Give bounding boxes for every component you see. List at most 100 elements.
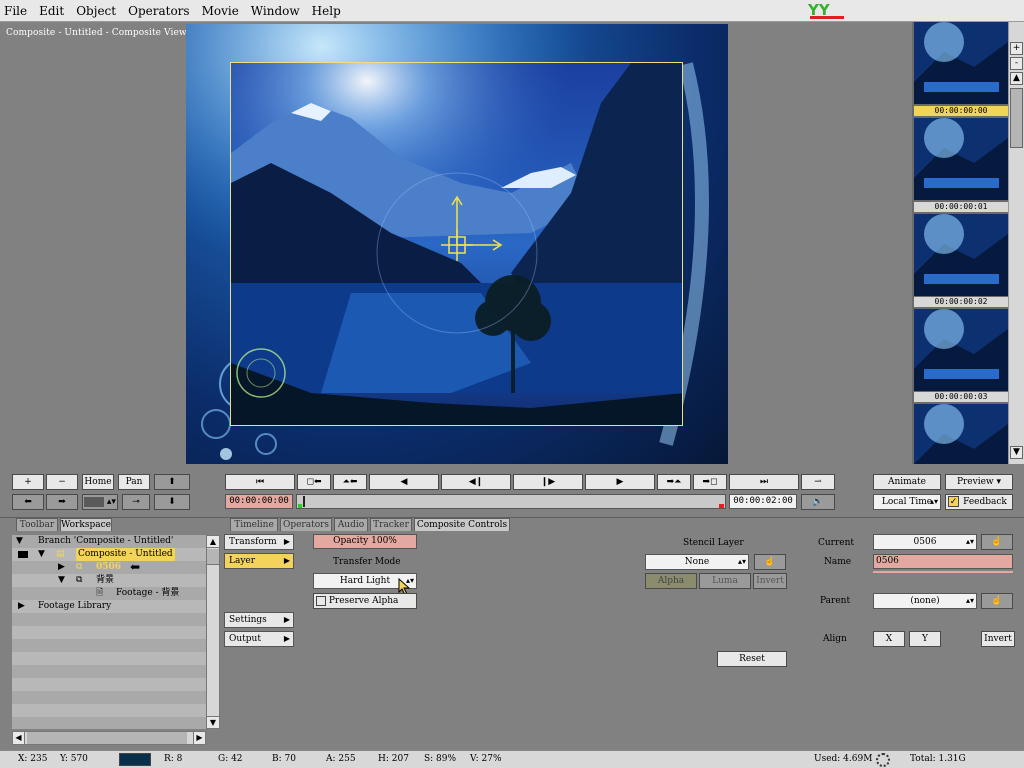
thumbnail-image[interactable]	[914, 118, 1008, 200]
thumb-zoom-in-button[interactable]: +	[1010, 42, 1023, 55]
scroll-thumb[interactable]	[27, 732, 187, 744]
tab-composite-controls[interactable]: Composite Controls	[414, 518, 510, 531]
tree-row-footage[interactable]: 🗎 Footage - 背景	[12, 587, 206, 600]
loop-icon[interactable]: ⇀	[801, 474, 835, 490]
home-button[interactable]: Home	[82, 474, 114, 490]
tree-row-layer[interactable]: ▼ ⧉ 背景	[12, 574, 206, 587]
playhead[interactable]	[303, 496, 305, 507]
checkbox-check-icon[interactable]: ✓	[948, 496, 959, 507]
set-out-point-icon[interactable]: ➡◻	[693, 474, 727, 490]
opacity-slider[interactable]: Opacity 100%	[313, 534, 417, 549]
tab-audio[interactable]: Audio	[334, 518, 368, 531]
expand-triangle-icon[interactable]: ▶	[18, 600, 25, 613]
step-forward-icon[interactable]: ❙▶	[513, 474, 583, 490]
color-swatch-picker[interactable]: ▴▾	[82, 494, 118, 510]
stencil-layer-dropdown[interactable]: None ▴▾	[645, 554, 749, 570]
tree-row-composite[interactable]: ▼ ▤ Composite - Untitled	[12, 548, 206, 561]
forward-arrow-icon[interactable]: ➡	[46, 494, 78, 510]
menu-movie[interactable]: Movie	[202, 4, 239, 18]
align-y-button[interactable]: Y	[909, 631, 941, 647]
scroll-down-icon[interactable]: ▼	[207, 716, 219, 728]
feedback-toggle[interactable]: ✓ Feedback	[945, 494, 1013, 510]
thumbnail-image[interactable]	[914, 22, 1008, 104]
thumbnail-strip[interactable]: 00:00:00:00 00:00:00:01 00:00:00:02 00:0…	[912, 22, 1008, 464]
expand-triangle-icon[interactable]: ▼	[58, 574, 65, 587]
menu-object[interactable]: Object	[76, 4, 116, 18]
preview-button[interactable]: Preview ▾	[945, 474, 1013, 490]
pan-button[interactable]: Pan	[118, 474, 150, 490]
play-icon[interactable]: ▶	[585, 474, 655, 490]
zoom-out-button[interactable]: −	[46, 474, 78, 490]
go-to-end-icon[interactable]: ⏭	[729, 474, 799, 490]
transform-menu-button[interactable]: Transform ▶	[224, 534, 294, 550]
scroll-thumb[interactable]	[207, 549, 219, 565]
expand-triangle-icon[interactable]: ▶	[58, 561, 65, 574]
back-arrow-icon[interactable]: ⬅	[12, 494, 44, 510]
time-scrubber[interactable]	[296, 494, 726, 509]
pick-layer-icon[interactable]: ☝	[754, 554, 786, 570]
current-layer-dropdown[interactable]: 0506 ▴▾	[873, 534, 977, 550]
alpha-toggle[interactable]: Alpha	[645, 573, 697, 589]
download-icon[interactable]: ⬇	[154, 494, 190, 510]
tab-tracker[interactable]: Tracker	[370, 518, 412, 531]
start-timecode[interactable]: 00:00:00:00	[225, 494, 293, 509]
thumbnail-scrollbar[interactable]: + - ▲ ▼	[1008, 22, 1024, 464]
speaker-icon[interactable]: 🔈	[801, 494, 835, 510]
layer-menu-button[interactable]: Layer ▶	[224, 553, 294, 569]
checkbox-empty-icon[interactable]	[316, 595, 326, 606]
settings-menu-button[interactable]: Settings ▶	[224, 612, 294, 628]
parent-dropdown[interactable]: (none) ▴▾	[873, 593, 977, 609]
tab-toolbar[interactable]: Toolbar	[16, 518, 58, 531]
tree-row-layer[interactable]: ▶ ⧉ 0506 ⬅	[12, 561, 206, 574]
thumbnail-image[interactable]	[914, 404, 1008, 464]
node-link-icon[interactable]: ⊸	[122, 494, 150, 510]
scroll-down-icon[interactable]: ▼	[1010, 446, 1023, 459]
animate-button[interactable]: Animate	[873, 474, 941, 490]
tab-operators[interactable]: Operators	[280, 518, 332, 531]
menu-help[interactable]: Help	[312, 4, 341, 18]
upload-icon[interactable]: ⬆	[154, 474, 190, 490]
menu-window[interactable]: Window	[251, 4, 300, 18]
local-time-dropdown[interactable]: Local Time ▴▾	[873, 494, 941, 510]
thumbnail-image[interactable]	[914, 214, 1008, 296]
scroll-thumb[interactable]	[1010, 88, 1023, 148]
align-x-button[interactable]: X	[873, 631, 905, 647]
invert-align-button[interactable]: Invert	[981, 631, 1015, 647]
pick-parent-icon[interactable]: ☝	[981, 593, 1013, 609]
menu-file[interactable]: File	[4, 4, 27, 18]
output-menu-button[interactable]: Output ▶	[224, 631, 294, 647]
tree-row-branch[interactable]: ▼ Branch 'Composite - Untitled'	[12, 535, 206, 548]
thumb-zoom-out-button[interactable]: -	[1010, 57, 1023, 70]
scroll-up-icon[interactable]: ▲	[1010, 72, 1023, 85]
set-in-point-icon[interactable]: ◻⬅	[297, 474, 331, 490]
scroll-right-icon[interactable]: ▶	[193, 732, 205, 744]
expand-triangle-icon[interactable]: ▼	[16, 535, 23, 548]
tree-vertical-scrollbar[interactable]: ▲ ▼	[206, 535, 220, 729]
scroll-left-icon[interactable]: ◀	[13, 732, 25, 744]
luma-toggle[interactable]: Luma	[699, 573, 751, 589]
jump-to-keyframe-back-icon[interactable]: ⏶⬅	[333, 474, 367, 490]
tree-row-footage-library[interactable]: ▶ Footage Library	[12, 600, 206, 613]
composite-view[interactable]: Composite - Untitled - Composite View (N…	[0, 22, 910, 464]
expand-triangle-icon[interactable]: ▼	[38, 548, 45, 561]
pick-layer-icon[interactable]: ☝	[981, 534, 1013, 550]
end-timecode[interactable]: 00:00:02:00	[729, 494, 797, 509]
workspace-tree[interactable]: ▼ Branch 'Composite - Untitled' ▼ ▤ Comp…	[12, 535, 206, 729]
tree-horizontal-scrollbar[interactable]: ◀ ▶	[12, 731, 206, 745]
step-back-icon[interactable]: ◀❙	[441, 474, 511, 490]
reset-button[interactable]: Reset	[717, 651, 787, 667]
menu-operators[interactable]: Operators	[128, 4, 189, 18]
tab-timeline[interactable]: Timeline	[230, 518, 278, 531]
tab-workspace[interactable]: Workspace	[60, 518, 112, 531]
play-reverse-icon[interactable]: ◀	[369, 474, 439, 490]
menu-edit[interactable]: Edit	[39, 4, 64, 18]
layer-image-frame[interactable]	[230, 62, 683, 426]
scroll-up-icon[interactable]: ▲	[207, 536, 219, 548]
go-to-start-icon[interactable]: ⏮	[225, 474, 295, 490]
thumbnail-image[interactable]	[914, 309, 1008, 391]
preserve-alpha-toggle[interactable]: Preserve Alpha	[313, 593, 417, 609]
zoom-in-button[interactable]: +	[12, 474, 44, 490]
invert-stencil-toggle[interactable]: Invert	[753, 573, 787, 589]
layer-name-input[interactable]: 0506	[873, 554, 1013, 569]
jump-to-keyframe-forward-icon[interactable]: ➡⏶	[657, 474, 691, 490]
